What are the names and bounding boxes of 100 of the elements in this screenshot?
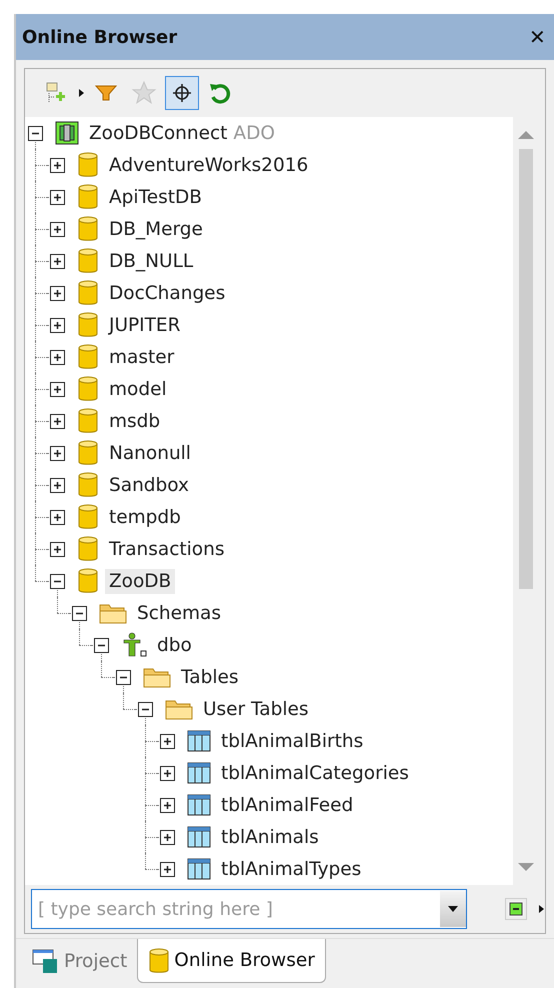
plus-icon — [53, 193, 62, 202]
tree-item[interactable]: Schemas — [133, 600, 226, 626]
plus-icon — [53, 385, 62, 394]
database-icon — [148, 946, 170, 974]
panel-title: Online Browser — [22, 26, 178, 48]
panel-tab[interactable]: Project — [22, 939, 138, 983]
tree-item[interactable]: AdventureWorks2016 — [105, 152, 312, 178]
table-icon — [187, 794, 211, 816]
plus-icon — [53, 321, 62, 330]
tree-item[interactable]: JUPITER — [105, 312, 184, 338]
tree-item[interactable]: tblAnimalBirths — [217, 728, 368, 754]
search-combo-box[interactable]: [ type search string here ] — [31, 889, 467, 929]
search-field[interactable]: [ type search string here ] — [32, 898, 440, 920]
database-icon — [77, 471, 99, 499]
plus-icon — [53, 257, 62, 266]
caret-icon[interactable] — [77, 87, 85, 99]
database-icon — [77, 215, 99, 243]
database-icon — [77, 151, 99, 179]
collapse-toggle[interactable] — [94, 638, 109, 653]
plus-icon — [163, 769, 172, 778]
tree-item[interactable]: DB_Merge — [105, 216, 207, 242]
caret-icon — [447, 905, 459, 913]
expand-toggle[interactable] — [160, 830, 175, 845]
database-icon — [77, 279, 99, 307]
database-icon — [77, 247, 99, 275]
tree-item[interactable]: master — [105, 344, 178, 370]
expand-toggle[interactable] — [50, 542, 65, 557]
star-icon — [131, 80, 157, 106]
plus-icon — [53, 545, 62, 554]
expand-toggle[interactable] — [50, 254, 65, 269]
tree-item[interactable]: tblAnimals — [217, 824, 323, 850]
expand-toggle[interactable] — [160, 862, 175, 877]
sync-button[interactable] — [505, 898, 527, 920]
tree-item[interactable]: model — [105, 376, 171, 402]
caret-icon[interactable] — [537, 903, 545, 915]
collapse-toggle[interactable] — [116, 670, 131, 685]
expand-toggle[interactable] — [160, 798, 175, 813]
tree-item[interactable]: tempdb — [105, 504, 185, 530]
database-icon — [77, 375, 99, 403]
database-icon — [77, 407, 99, 435]
tree-item[interactable]: ApiTestDB — [105, 184, 206, 210]
person-icon — [121, 632, 147, 658]
expand-toggle[interactable] — [50, 510, 65, 525]
plus-icon — [163, 801, 172, 810]
panel-tab[interactable]: Online Browser — [137, 939, 326, 983]
expand-toggle[interactable] — [50, 446, 65, 461]
table-icon — [187, 858, 211, 880]
plus-icon — [53, 449, 62, 458]
tree-item[interactable]: DB_NULL — [105, 248, 198, 274]
add-connection-icon — [45, 81, 67, 105]
tree-item[interactable]: msdb — [105, 408, 164, 434]
plus-icon — [53, 161, 62, 170]
table-icon — [187, 762, 211, 784]
expand-toggle[interactable] — [160, 766, 175, 781]
connection-icon — [55, 121, 79, 145]
refresh-icon — [208, 81, 232, 105]
database-icon — [77, 439, 99, 467]
dropdown-button[interactable] — [440, 891, 466, 927]
close-button[interactable]: ✕ — [529, 24, 546, 50]
tree-item[interactable]: tblAnimalCategories — [217, 760, 413, 786]
table-icon — [187, 730, 211, 752]
tree-item[interactable]: ZooDBConnect — [85, 120, 232, 146]
tree-item[interactable]: User Tables — [199, 696, 313, 722]
expand-toggle[interactable] — [50, 414, 65, 429]
database-icon — [77, 503, 99, 531]
expand-toggle[interactable] — [50, 318, 65, 333]
tree-item[interactable]: Sandbox — [105, 472, 193, 498]
expand-toggle[interactable] — [50, 286, 65, 301]
expand-toggle[interactable] — [50, 350, 65, 365]
tree-item[interactable]: ZooDB — [105, 568, 176, 594]
database-icon — [77, 343, 99, 371]
tree-item[interactable]: DocChanges — [105, 280, 230, 306]
project-icon — [32, 948, 60, 974]
tree-item[interactable]: Nanonull — [105, 440, 195, 466]
tree-item[interactable]: Tables — [177, 664, 242, 690]
database-icon — [77, 567, 99, 595]
locate-button[interactable] — [165, 76, 199, 110]
collapse-toggle[interactable] — [50, 574, 65, 589]
tree-item[interactable]: tblAnimalFeed — [217, 792, 358, 818]
plus-icon — [163, 865, 172, 874]
expand-toggle[interactable] — [50, 158, 65, 173]
collapse-toggle[interactable] — [72, 606, 87, 621]
plus-icon — [53, 353, 62, 362]
collapse-toggle[interactable] — [28, 126, 43, 141]
plus-icon — [53, 289, 62, 298]
collapse-toggle[interactable] — [138, 702, 153, 717]
expand-toggle[interactable] — [50, 478, 65, 493]
plus-icon — [163, 833, 172, 842]
expand-toggle[interactable] — [160, 734, 175, 749]
tree-item[interactable]: Transactions — [105, 536, 228, 562]
tree-item[interactable]: tblAnimalTypes — [217, 856, 366, 882]
crosshair-icon — [171, 82, 193, 104]
table-icon — [187, 826, 211, 848]
expand-toggle[interactable] — [50, 190, 65, 205]
plus-icon — [53, 225, 62, 234]
expand-toggle[interactable] — [50, 382, 65, 397]
expand-toggle[interactable] — [50, 222, 65, 237]
tree-item[interactable]: dbo — [153, 632, 196, 658]
scroll-thumb[interactable] — [519, 149, 533, 589]
database-icon — [77, 183, 99, 211]
